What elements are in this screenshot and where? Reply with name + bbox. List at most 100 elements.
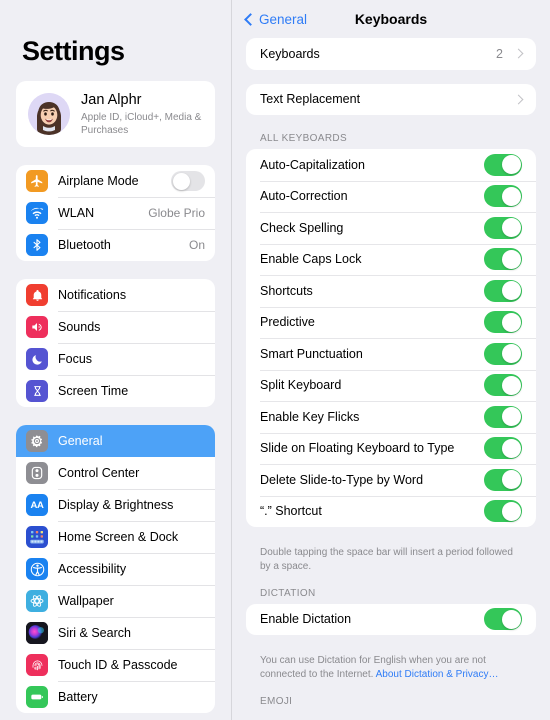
row-enable-key-flicks[interactable]: Enable Key Flicks — [246, 401, 536, 433]
toggle-knob — [501, 312, 521, 332]
sidebar-group-connectivity: Airplane Mode WLAN Globe Prio Bluetooth … — [16, 165, 215, 262]
siri-icon — [26, 622, 48, 645]
text-replacement-card: Text Replacement — [246, 83, 536, 116]
sidebar-item-airplane-mode[interactable]: Airplane Mode — [16, 165, 215, 197]
enable-caps-lock-toggle[interactable] — [484, 248, 522, 271]
toggle-knob — [501, 501, 521, 521]
sidebar-item-screen-time[interactable]: Screen Time — [16, 375, 215, 407]
chevron-right-icon — [513, 94, 524, 105]
sidebar-item-battery[interactable]: Battery — [16, 681, 215, 713]
row-split-keyboard[interactable]: Split Keyboard — [246, 369, 536, 402]
sidebar-item-display-brightness[interactable]: AA Display & Brightness — [16, 489, 215, 521]
sidebar-item-label: Control Center — [58, 466, 140, 481]
account-text: Jan Alphr Apple ID, iCloud+, Media & Pur… — [81, 91, 203, 137]
row-label: Slide on Floating Keyboard to Type — [260, 441, 455, 456]
gear-icon — [26, 430, 48, 453]
sidebar-item-label: Accessibility — [58, 562, 127, 577]
bluetooth-value: On — [188, 238, 205, 253]
sidebar-item-control-center[interactable]: Control Center — [16, 457, 215, 489]
shortcuts-toggle[interactable] — [484, 279, 522, 302]
delete-slide-to-type-toggle[interactable] — [484, 468, 522, 491]
period-shortcut-toggle[interactable] — [484, 500, 522, 523]
split-keyboard-toggle[interactable] — [484, 374, 522, 397]
row-label: Shortcuts — [260, 283, 313, 298]
bell-icon — [26, 284, 48, 307]
toggle-knob — [501, 407, 521, 427]
row-text-replacement[interactable]: Text Replacement — [246, 84, 536, 116]
row-label: Split Keyboard — [260, 378, 342, 393]
row-label: Predictive — [260, 315, 315, 330]
row-label: “.” Shortcut — [260, 504, 322, 519]
toggle-knob — [501, 249, 521, 269]
sidebar-item-accessibility[interactable]: Accessibility — [16, 553, 215, 585]
bluetooth-icon — [26, 234, 48, 257]
sidebar-item-focus[interactable]: Focus — [16, 343, 215, 375]
row-smart-punctuation[interactable]: Smart Punctuation — [246, 338, 536, 370]
section-header-emoji: EMOJI — [260, 695, 293, 707]
sidebar-item-wallpaper[interactable]: Wallpaper — [16, 585, 215, 617]
battery-icon — [26, 686, 48, 709]
row-delete-slide-to-type-by-word[interactable]: Delete Slide-to-Type by Word — [246, 464, 536, 496]
back-button[interactable]: General — [244, 12, 307, 27]
row-label: Keyboards — [260, 46, 320, 61]
enable-dictation-toggle[interactable] — [484, 608, 522, 631]
toggle-knob — [501, 609, 521, 629]
about-dictation-privacy-link[interactable]: About Dictation & Privacy… — [376, 669, 499, 680]
row-shortcuts[interactable]: Shortcuts — [246, 275, 536, 307]
smart-punctuation-toggle[interactable] — [484, 342, 522, 365]
sidebar-item-label: Airplane Mode — [58, 174, 139, 189]
sidebar-item-general[interactable]: General — [16, 425, 215, 458]
dictation-footnote: You can use Dictation for English when y… — [232, 649, 550, 692]
row-auto-capitalization[interactable]: Auto-Capitalization — [246, 149, 536, 181]
navigation-bar: General Keyboards — [232, 0, 550, 38]
section-header-all-keyboards: ALL KEYBOARDS — [260, 133, 347, 144]
sidebar-item-label: General — [58, 434, 103, 449]
fingerprint-icon — [26, 654, 48, 677]
row-label: Check Spelling — [260, 220, 344, 235]
sidebar-item-siri-search[interactable]: Siri & Search — [16, 617, 215, 649]
apple-id-row[interactable]: Jan Alphr Apple ID, iCloud+, Media & Pur… — [16, 81, 215, 147]
sidebar-item-home-screen-dock[interactable]: Home Screen & Dock — [16, 521, 215, 553]
row-label: Auto-Capitalization — [260, 157, 365, 172]
sidebar-item-label: Sounds — [58, 320, 101, 335]
sidebar-item-label: WLAN — [58, 206, 95, 221]
chevron-right-icon — [513, 48, 524, 59]
row-keyboards[interactable]: Keyboards 2 — [246, 38, 536, 70]
row-enable-dictation[interactable]: Enable Dictation — [246, 604, 536, 636]
airplane-mode-toggle[interactable] — [171, 171, 205, 192]
auto-capitalization-toggle[interactable] — [484, 153, 522, 176]
row-period-shortcut[interactable]: “.” Shortcut — [246, 495, 536, 528]
predictive-toggle[interactable] — [484, 311, 522, 334]
slide-on-floating-keyboard-toggle[interactable] — [484, 437, 522, 460]
wlan-value: Globe Prio — [148, 206, 205, 221]
toggle-knob — [501, 470, 521, 490]
speaker-icon — [26, 316, 48, 339]
home-screen-icon — [26, 526, 48, 549]
enable-key-flicks-toggle[interactable] — [484, 405, 522, 428]
row-enable-caps-lock[interactable]: Enable Caps Lock — [246, 243, 536, 276]
row-label: Enable Dictation — [260, 612, 352, 627]
sidebar-item-label: Bluetooth — [58, 238, 111, 253]
toggle-knob — [501, 344, 521, 364]
sidebar-item-touch-id-passcode[interactable]: Touch ID & Passcode — [16, 649, 215, 681]
row-label: Enable Key Flicks — [260, 409, 360, 424]
sidebar-group-alerts: Notifications Sounds Focus Screen Time — [16, 279, 215, 408]
chevron-left-icon — [244, 12, 257, 26]
auto-correction-toggle[interactable] — [484, 185, 522, 208]
row-auto-correction[interactable]: Auto-Correction — [246, 180, 536, 213]
section-header-dictation: DICTATION — [260, 587, 316, 599]
control-center-icon — [26, 462, 48, 485]
row-check-spelling[interactable]: Check Spelling — [246, 212, 536, 244]
row-predictive[interactable]: Predictive — [246, 306, 536, 339]
sidebar-item-sounds[interactable]: Sounds — [16, 311, 215, 343]
moon-icon — [26, 348, 48, 371]
check-spelling-toggle[interactable] — [484, 216, 522, 239]
sidebar-item-wlan[interactable]: WLAN Globe Prio — [16, 197, 215, 229]
memoji-avatar — [28, 93, 70, 136]
row-slide-on-floating-keyboard[interactable]: Slide on Floating Keyboard to Type — [246, 432, 536, 465]
toggle-knob — [501, 155, 521, 175]
sidebar-item-notifications[interactable]: Notifications — [16, 279, 215, 311]
keyboards-footnote: Double tapping the space bar will insert… — [260, 547, 513, 572]
sidebar-item-bluetooth[interactable]: Bluetooth On — [16, 229, 215, 261]
sidebar-item-label: Siri & Search — [58, 626, 131, 641]
